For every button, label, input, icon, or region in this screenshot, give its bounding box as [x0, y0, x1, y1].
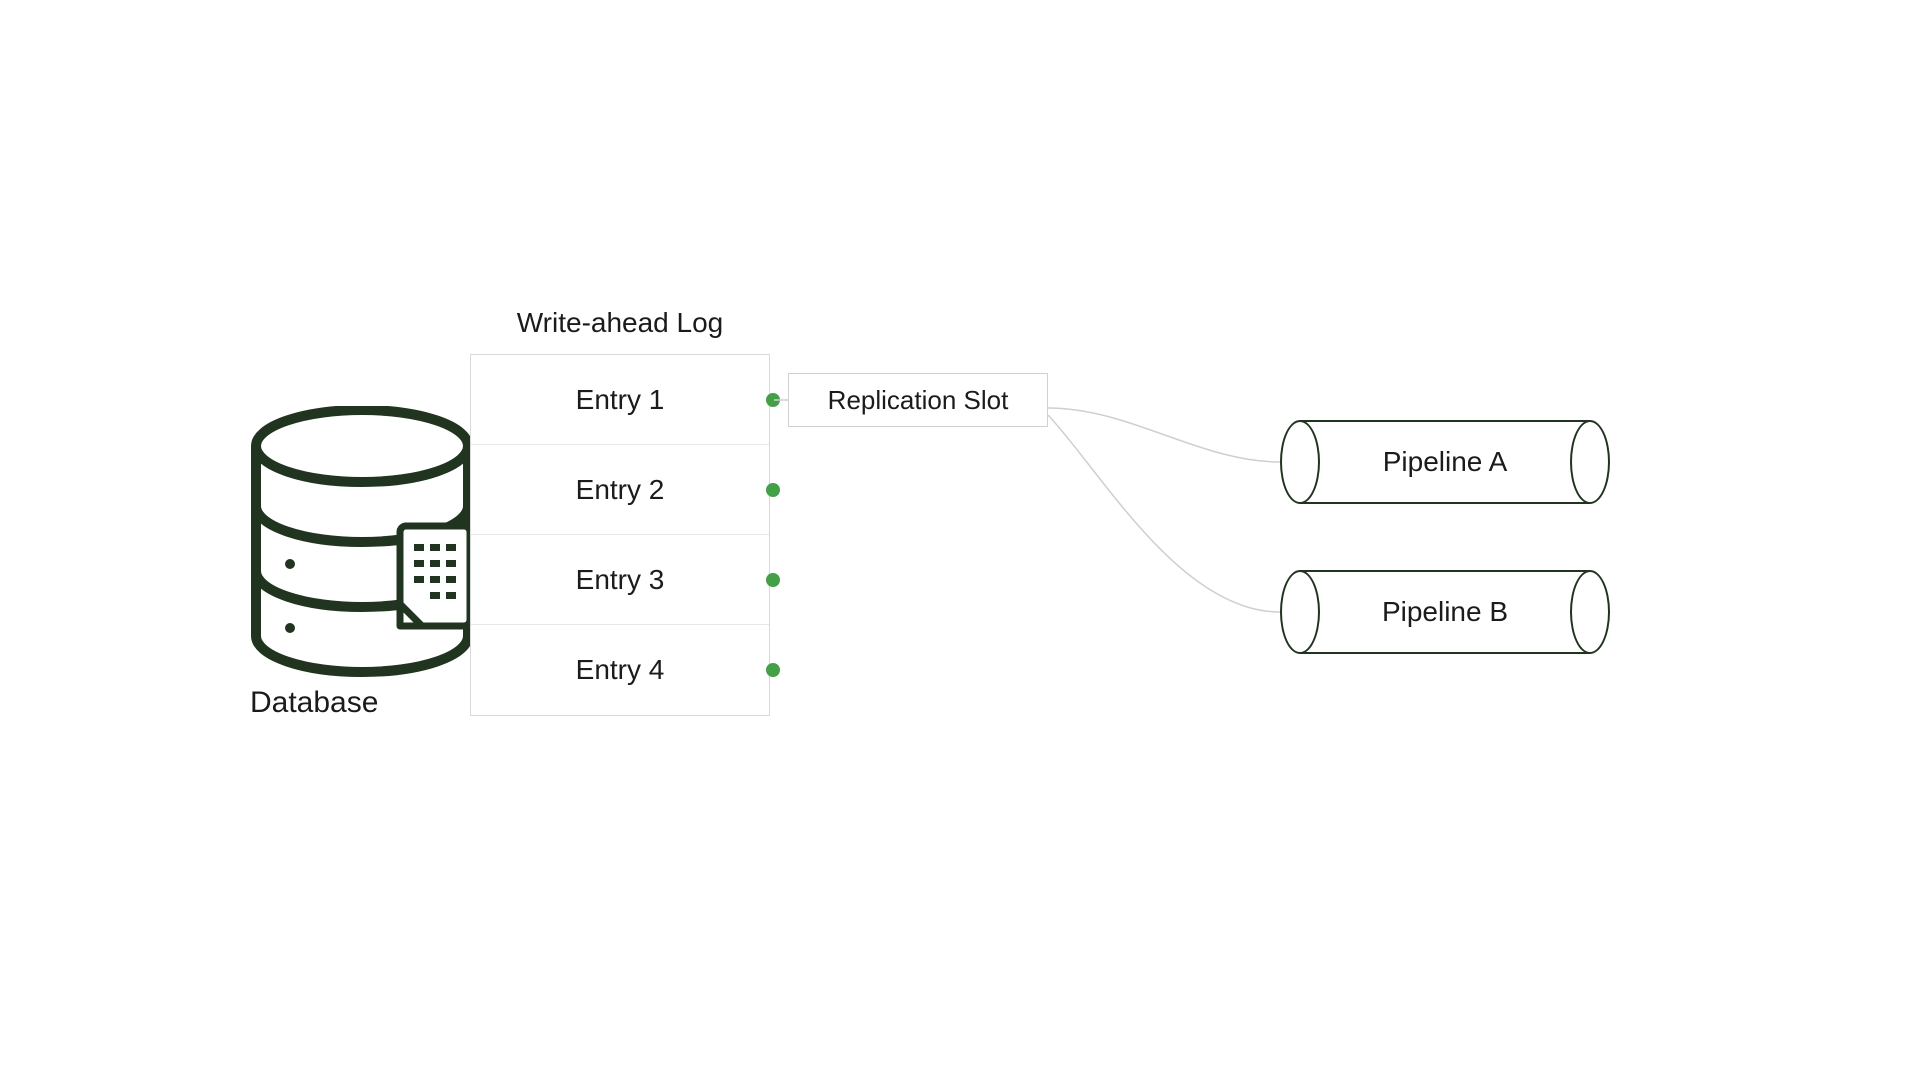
pipeline-label: Pipeline A	[1280, 420, 1610, 504]
wal-entry: Entry 2	[471, 445, 769, 535]
wal-entry: Entry 3	[471, 535, 769, 625]
pipeline-a: Pipeline A	[1280, 420, 1610, 504]
dot-icon	[766, 483, 780, 497]
dot-icon	[766, 663, 780, 677]
diagram-stage: Database Write-ahead Log Entry 1 Entry 2…	[0, 0, 1920, 1080]
wal-entry-label: Entry 2	[576, 474, 665, 506]
wal-title: Write-ahead Log	[470, 307, 770, 339]
database-icon	[250, 406, 475, 706]
dot-icon	[766, 573, 780, 587]
wal-entry: Entry 1	[471, 355, 769, 445]
database-label: Database	[250, 686, 490, 720]
wal-box: Entry 1 Entry 2 Entry 3 Entry 4	[470, 354, 770, 716]
wal-entry-label: Entry 4	[576, 654, 665, 686]
replication-slot-label: Replication Slot	[828, 385, 1009, 416]
dot-icon	[766, 393, 780, 407]
wal-entry-label: Entry 1	[576, 384, 665, 416]
wal-entry: Entry 4	[471, 625, 769, 715]
pipeline-label: Pipeline B	[1280, 570, 1610, 654]
replication-slot-box: Replication Slot	[788, 373, 1048, 427]
wal-entry-label: Entry 3	[576, 564, 665, 596]
pipeline-b: Pipeline B	[1280, 570, 1610, 654]
